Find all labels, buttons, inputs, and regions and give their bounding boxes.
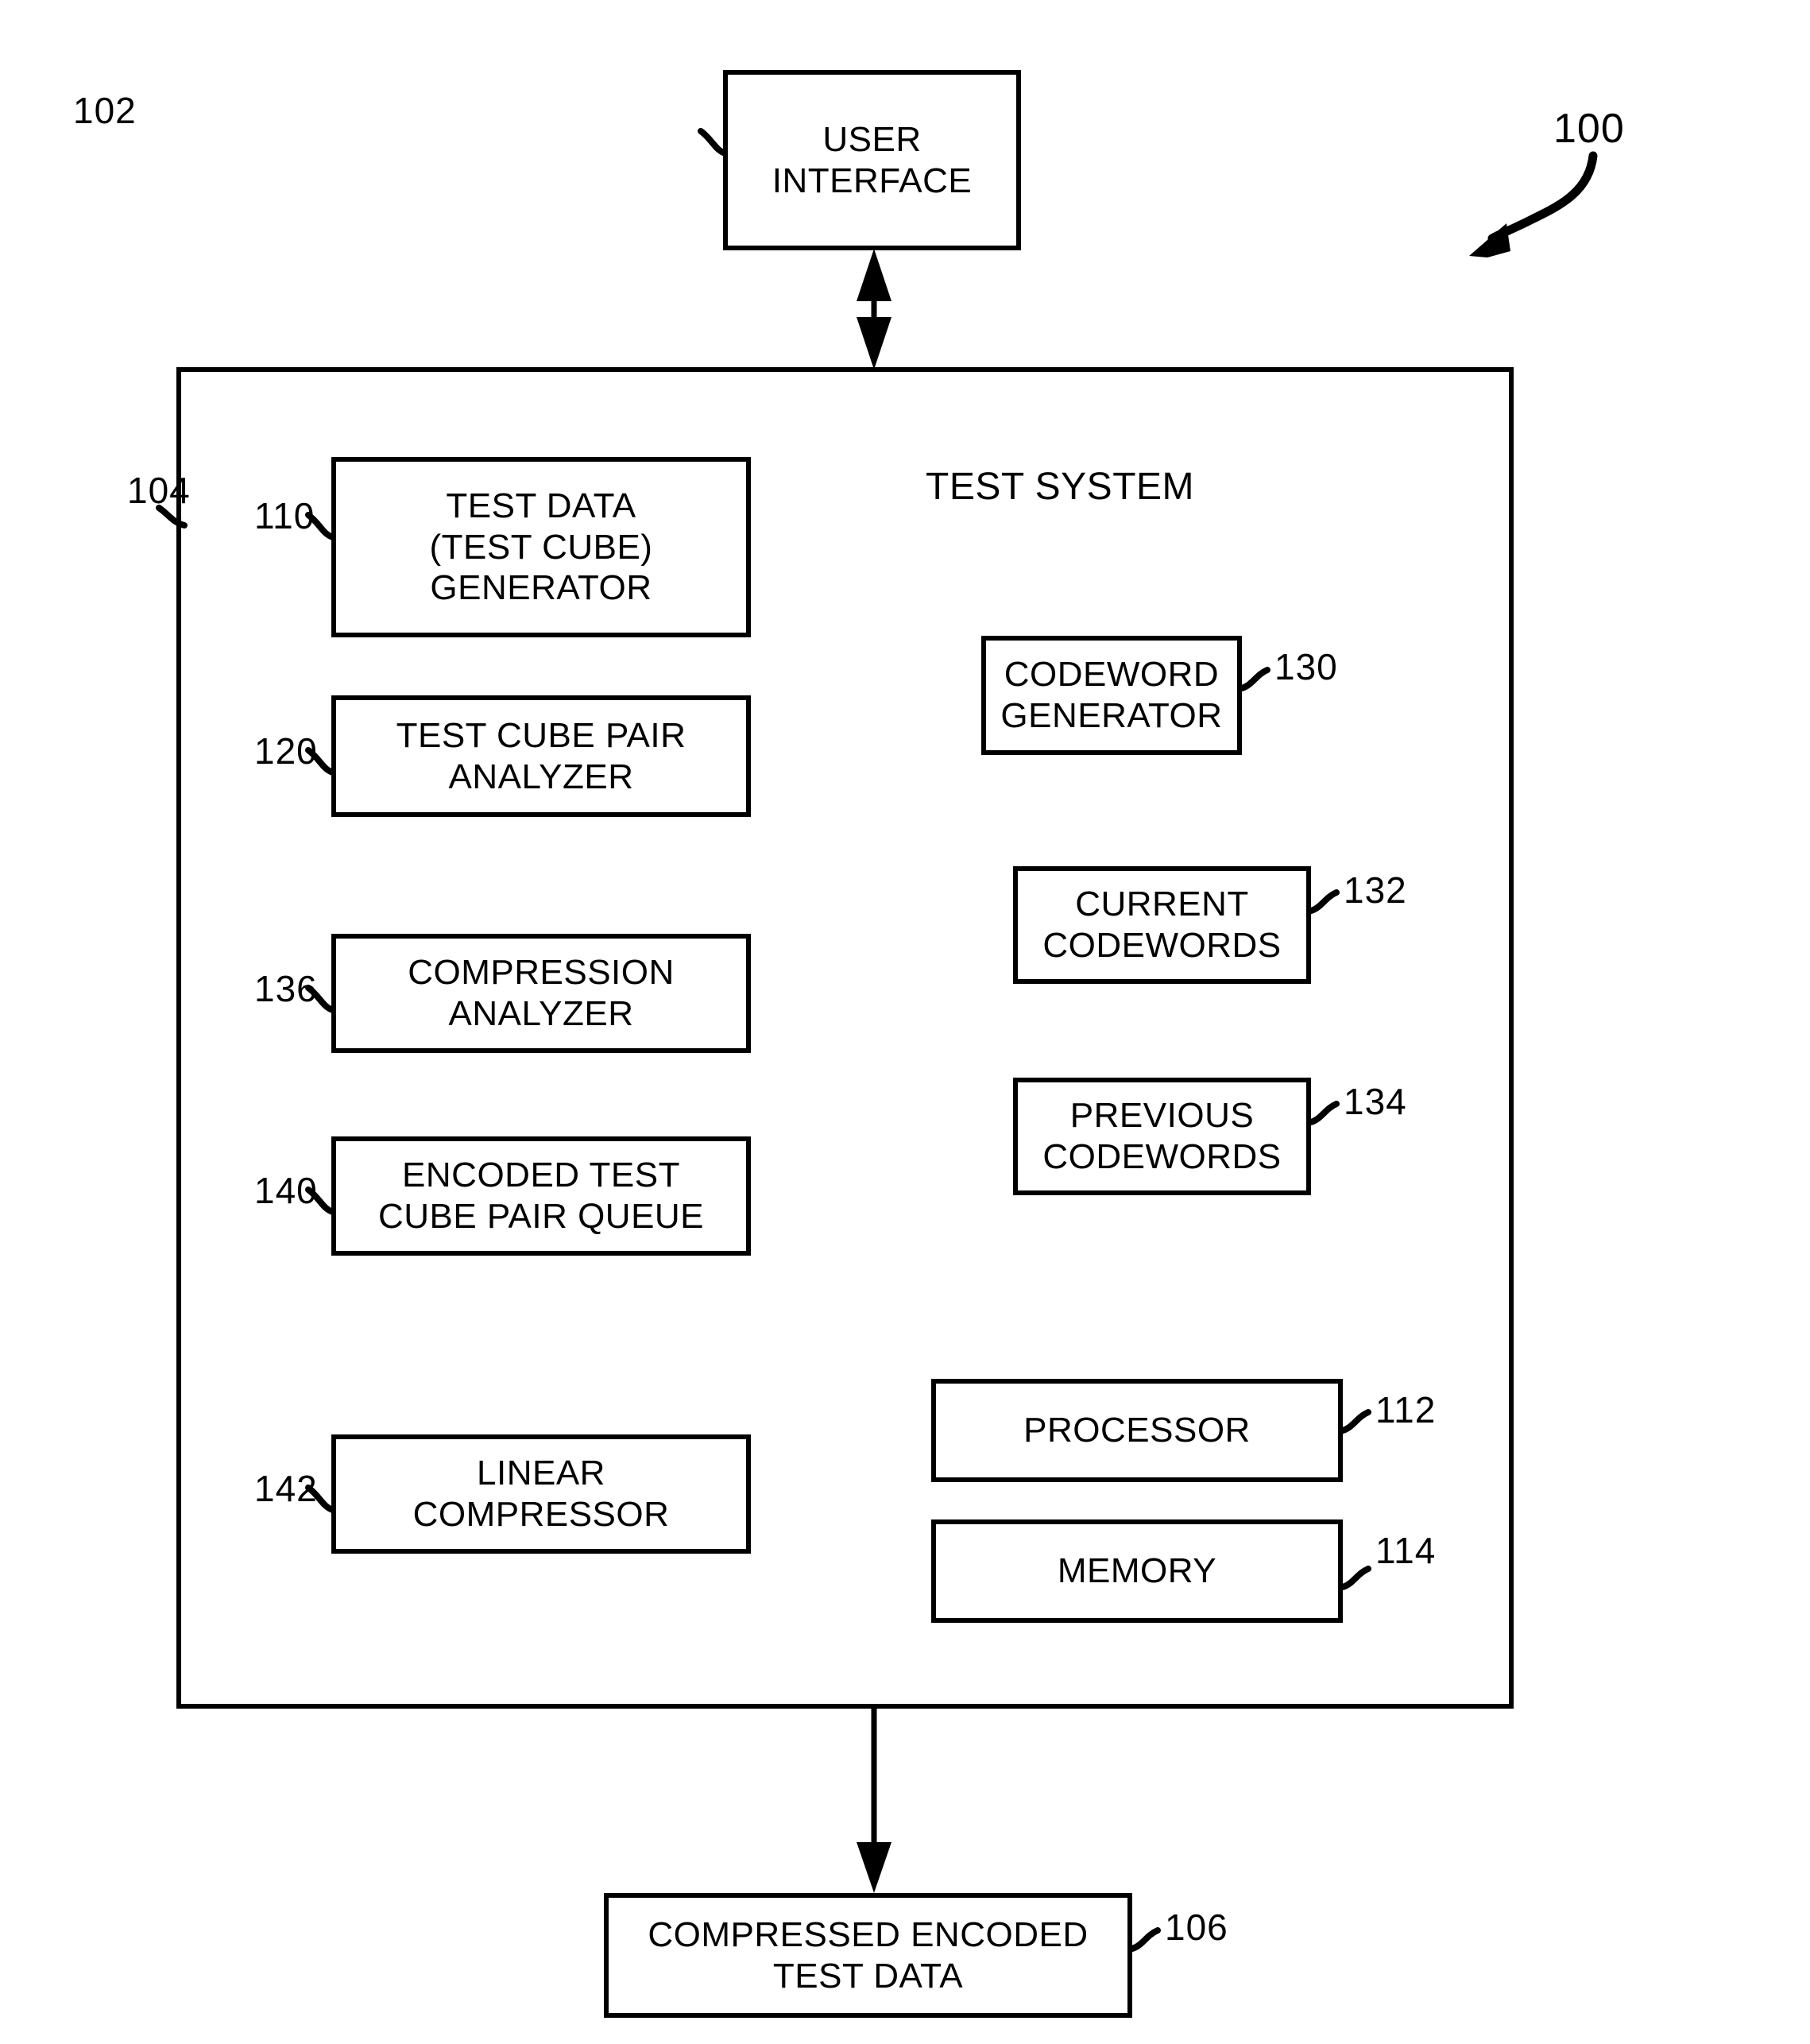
codeword-generator-label: CODEWORD GENERATOR <box>986 654 1237 737</box>
figure-ref-100-arrow <box>1469 151 1598 257</box>
ref-number-110: 110 <box>254 495 315 536</box>
linear-compressor-box[interactable]: LINEAR COMPRESSOR <box>331 1434 751 1554</box>
test-cube-pair-analyzer-box[interactable]: TEST CUBE PAIR ANALYZER <box>331 695 751 817</box>
user-interface-box[interactable]: USER INTERFACE <box>723 70 1021 250</box>
processor-label: PROCESSOR <box>936 1410 1338 1451</box>
test-system-title: TEST SYSTEM <box>926 466 1195 508</box>
test-data-generator-label-line-2: (TEST CUBE) <box>429 527 653 567</box>
current-codewords-label-line-2: CODEWORDS <box>1042 926 1282 965</box>
test-data-generator-label: TEST DATA (TEST CUBE) GENERATOR <box>336 486 746 610</box>
current-codewords-label-line-1: CURRENT <box>1075 885 1249 924</box>
test-data-generator-label-line-1: TEST DATA <box>446 486 636 525</box>
compressed-encoded-test-data-label: COMPRESSED ENCODED TEST DATA <box>609 1914 1127 1997</box>
leader-line-102 <box>698 128 729 157</box>
processor-box[interactable]: PROCESSOR <box>931 1379 1343 1482</box>
linear-compressor-label-line-2: COMPRESSOR <box>412 1495 670 1534</box>
test-cube-pair-analyzer-label-line-1: TEST CUBE PAIR <box>396 715 686 755</box>
connector-test-system-to-output <box>857 1709 891 1893</box>
ref-number-102: 102 <box>73 90 137 131</box>
current-codewords-label: CURRENT CODEWORDS <box>1018 884 1306 966</box>
previous-codewords-label: PREVIOUS CODEWORDS <box>1018 1095 1306 1178</box>
user-interface-label: USER INTERFACE <box>728 119 1016 202</box>
ref-number-136: 136 <box>254 968 318 1009</box>
memory-label-line-1: MEMORY <box>1057 1551 1217 1591</box>
codeword-generator-label-line-1: CODEWORD <box>1004 655 1220 695</box>
test-data-generator-label-line-3: GENERATOR <box>430 568 652 608</box>
compression-analyzer-label: COMPRESSION ANALYZER <box>336 952 746 1035</box>
previous-codewords-label-line-2: CODEWORDS <box>1042 1137 1282 1176</box>
ref-number-140: 140 <box>254 1170 318 1211</box>
linear-compressor-label: LINEAR COMPRESSOR <box>336 1453 746 1535</box>
compressed-encoded-test-data-box[interactable]: COMPRESSED ENCODED TEST DATA <box>604 1893 1132 2018</box>
ref-number-132: 132 <box>1344 869 1407 911</box>
memory-label: MEMORY <box>936 1550 1338 1592</box>
ref-number-120: 120 <box>254 730 318 772</box>
processor-label-line-1: PROCESSOR <box>1023 1411 1251 1450</box>
codeword-generator-box[interactable]: CODEWORD GENERATOR <box>981 636 1242 755</box>
codeword-generator-label-line-2: GENERATOR <box>1000 696 1223 735</box>
compression-analyzer-label-line-1: COMPRESSION <box>408 953 675 993</box>
ref-number-114: 114 <box>1375 1530 1437 1571</box>
ref-number-142: 142 <box>254 1468 318 1509</box>
ref-number-106: 106 <box>1165 1907 1228 1948</box>
test-cube-pair-analyzer-label: TEST CUBE PAIR ANALYZER <box>336 715 746 798</box>
ref-number-104: 104 <box>127 470 191 511</box>
leader-line-106 <box>1129 1927 1161 1952</box>
user-interface-label-line-2: INTERFACE <box>772 161 973 200</box>
compressed-encoded-test-data-label-line-1: COMPRESSED ENCODED <box>648 1914 1089 1954</box>
ref-number-130: 130 <box>1274 646 1338 687</box>
previous-codewords-box[interactable]: PREVIOUS CODEWORDS <box>1013 1078 1311 1195</box>
encoded-test-cube-pair-queue-label: ENCODED TEST CUBE PAIR QUEUE <box>336 1155 746 1237</box>
current-codewords-box[interactable]: CURRENT CODEWORDS <box>1013 866 1311 984</box>
ref-number-100: 100 <box>1553 106 1625 152</box>
ref-number-112: 112 <box>1375 1389 1437 1430</box>
user-interface-label-line-1: USER <box>822 119 922 159</box>
test-cube-pair-analyzer-label-line-2: ANALYZER <box>448 757 634 796</box>
patent-figure-canvas: USER INTERFACE 102 100 104 TEST SYSTEM T… <box>0 0 1810 2044</box>
encoded-test-cube-pair-queue-label-line-1: ENCODED TEST <box>402 1156 680 1195</box>
compression-analyzer-label-line-2: ANALYZER <box>448 994 634 1033</box>
compression-analyzer-box[interactable]: COMPRESSION ANALYZER <box>331 934 751 1053</box>
previous-codewords-label-line-1: PREVIOUS <box>1069 1096 1255 1136</box>
encoded-test-cube-pair-queue-box[interactable]: ENCODED TEST CUBE PAIR QUEUE <box>331 1136 751 1256</box>
encoded-test-cube-pair-queue-label-line-2: CUBE PAIR QUEUE <box>377 1197 705 1236</box>
test-data-generator-box[interactable]: TEST DATA (TEST CUBE) GENERATOR <box>331 457 751 637</box>
connector-ui-to-test-system <box>857 249 891 370</box>
memory-box[interactable]: MEMORY <box>931 1519 1343 1623</box>
compressed-encoded-test-data-label-line-2: TEST DATA <box>772 1956 964 1996</box>
linear-compressor-label-line-1: LINEAR <box>477 1454 605 1493</box>
ref-number-134: 134 <box>1344 1081 1407 1122</box>
